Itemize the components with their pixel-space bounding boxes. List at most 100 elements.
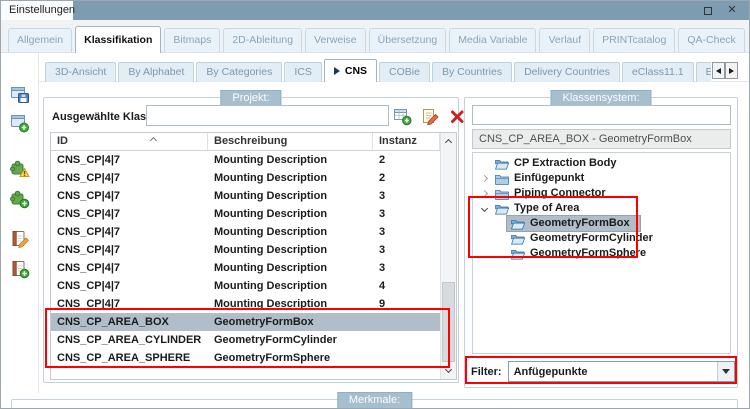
table-row[interactable]: CNS_CP_AREA_BOXGeometryFormBox (51, 313, 440, 331)
column-header-instanz[interactable]: Instanz (373, 133, 440, 150)
cell-id: CNS_CP|4|7 (51, 169, 208, 187)
table-row[interactable]: CNS_CP|4|7Mounting Description3 (51, 187, 440, 205)
toolbar-puzzle-warning-button[interactable] (10, 159, 30, 179)
tree-item-type-of-area[interactable]: Type of Area (473, 201, 730, 216)
table-row[interactable]: CNS_CP|4|7Mounting Description2 (51, 169, 440, 187)
subtab-eclass11-1[interactable]: eClass11.1 (622, 62, 694, 82)
table-row[interactable]: CNS_CP|4|7Mounting Description3 (51, 241, 440, 259)
scroll-down-icon (445, 366, 452, 373)
subtab-by-countries[interactable]: By Countries (432, 62, 512, 82)
tree-node-label: CP Extraction Body (514, 156, 617, 171)
subtab-etim[interactable]: ETIM (696, 62, 711, 82)
expander-expanded[interactable] (477, 206, 491, 211)
active-subtab-arrow-icon (334, 67, 340, 75)
tab-verlauf[interactable]: Verlauf (539, 28, 590, 52)
scroll-right-icon (729, 68, 734, 74)
cell-instanz: 2 (373, 151, 440, 169)
subtab-ics[interactable]: ICS (284, 62, 322, 82)
titlebar: Einstellungen ✕ (1, 1, 749, 20)
tab-qa-check[interactable]: QA-Check (678, 28, 744, 52)
class-search-input[interactable] (146, 105, 389, 126)
table-row[interactable]: CNS_CP|4|7Mounting Description3 (51, 205, 440, 223)
table-row[interactable]: CNS_CP_AREA_CYLINDERGeometryFormCylinder (51, 331, 440, 349)
scrollbar-thumb[interactable] (442, 282, 455, 362)
table-row[interactable]: CNS_CP|4|7Mounting Description3 (51, 223, 440, 241)
toolbar-add-window-button[interactable] (10, 113, 30, 133)
tab-scroll-left-button[interactable] (712, 62, 725, 79)
tree-node-content: GeometryFormSphere (507, 246, 649, 261)
scrollbar-up-button[interactable] (441, 133, 456, 149)
table-row[interactable]: CNS_CP|4|7Mounting Description9 (51, 295, 440, 313)
toolbar-puzzle-add-button[interactable] (10, 189, 30, 209)
table-header: IDBeschreibungInstanz (51, 133, 440, 151)
cell-id: CNS_CP_AREA_CYLINDER (51, 331, 208, 349)
tree-item-geometryformcylinder[interactable]: GeometryFormCylinder (473, 231, 730, 246)
tab-2d-ableitung[interactable]: 2D-Ableitung (223, 28, 302, 52)
tree-item-geometryformsphere[interactable]: GeometryFormSphere (473, 246, 730, 261)
merkmale-group-label: Merkmale: (337, 392, 412, 409)
scrollbar-down-button[interactable] (441, 363, 456, 379)
tab-scroll-right-button[interactable] (725, 62, 738, 79)
tree-item-einf-gepunkt[interactable]: Einfügepunkt (473, 171, 730, 186)
table-row[interactable]: CNS_CP|4|7Mounting Description3 (51, 259, 440, 277)
subtab-cns[interactable]: CNS (324, 59, 377, 82)
tree-node-content: GeometryFormCylinder (507, 231, 656, 246)
add-window-icon (10, 113, 30, 133)
tree-node-label: Piping Connector (514, 186, 606, 201)
expander-collapsed[interactable] (477, 176, 491, 181)
cell-instanz: 3 (373, 241, 440, 259)
chevron-right-icon (480, 175, 487, 182)
cell-instanz: 3 (373, 259, 440, 277)
close-icon: ✕ (727, 5, 736, 16)
column-header-beschreibung[interactable]: Beschreibung (208, 133, 373, 150)
tab-bersetzung[interactable]: Übersetzung (369, 28, 447, 52)
tree-node-content: GeometryFormBox (507, 216, 640, 231)
filter-value: Anfügepunkte (509, 366, 717, 378)
close-button[interactable]: ✕ (723, 3, 741, 18)
cell-instanz: 2 (373, 169, 440, 187)
tab-verweise[interactable]: Verweise (305, 28, 366, 52)
maximize-button[interactable] (699, 3, 717, 18)
subtab-by-categories[interactable]: By Categories (196, 62, 282, 82)
dropdown-button[interactable] (717, 362, 734, 381)
subtab-by-alphabet[interactable]: By Alphabet (118, 62, 194, 82)
toolbar-save-window-button[interactable] (10, 85, 30, 105)
tree-item-piping-connector[interactable]: Piping Connector (473, 186, 730, 201)
edit-class-button[interactable] (421, 107, 440, 126)
tree-node-label: Einfügepunkt (514, 171, 584, 186)
tab-klassifikation[interactable]: Klassifikation (75, 26, 161, 53)
subtab-3d-ansicht[interactable]: 3D-Ansicht (45, 62, 116, 82)
filter-combobox[interactable]: Anfügepunkte (508, 361, 735, 382)
add-class-button[interactable] (393, 107, 412, 126)
cell-beschreibung: GeometryFormBox (208, 313, 373, 331)
sub-tab-bar: 3D-AnsichtBy AlphabetBy CategoriesICSCNS… (45, 58, 711, 82)
expander-collapsed[interactable] (477, 191, 491, 196)
tab-bitmaps[interactable]: Bitmaps (164, 28, 220, 52)
cell-instanz: 4 (373, 277, 440, 295)
subtab-cobie[interactable]: COBie (379, 62, 430, 82)
table-row[interactable]: CNS_CP|4|7Mounting Description4 (51, 277, 440, 295)
tab-media-variable[interactable]: Media Variable (449, 28, 536, 52)
tab-printcatalog[interactable]: PRINTcatalog (593, 28, 675, 52)
table-row[interactable]: CNS_CP_AREA_SPHEREGeometryFormSphere (51, 349, 440, 367)
cell-beschreibung: Mounting Description (208, 205, 373, 223)
table-row[interactable]: CNS_CP|4|7Mounting Description2 (51, 151, 440, 169)
toolbar-book-edit-button[interactable] (10, 229, 30, 249)
toolbar-book-add-button[interactable] (10, 259, 30, 279)
cell-beschreibung: Mounting Description (208, 259, 373, 277)
tab-allgemein[interactable]: Allgemein (8, 28, 72, 52)
cell-beschreibung: Mounting Description (208, 223, 373, 241)
column-header-id[interactable]: ID (51, 133, 208, 150)
subtab-delivery-countries[interactable]: Delivery Countries (514, 62, 620, 82)
table-scrollbar[interactable] (440, 133, 456, 379)
book-add-icon (10, 259, 30, 279)
folder-open-icon (510, 248, 526, 260)
table-body: CNS_CP|4|7Mounting Description2CNS_CP|4|… (51, 151, 440, 367)
projekt-groupbox: Projekt: Ausgewählte Klassen IDBeschreib… (43, 97, 459, 383)
cell-beschreibung: Mounting Description (208, 169, 373, 187)
tree-item-geometryformbox[interactable]: GeometryFormBox (473, 216, 730, 231)
cell-instanz (373, 313, 440, 331)
tree-item-cp-extraction-body[interactable]: CP Extraction Body (473, 156, 730, 171)
klassensystem-search-input[interactable] (472, 105, 731, 125)
cell-id: CNS_CP_AREA_BOX (51, 313, 208, 331)
